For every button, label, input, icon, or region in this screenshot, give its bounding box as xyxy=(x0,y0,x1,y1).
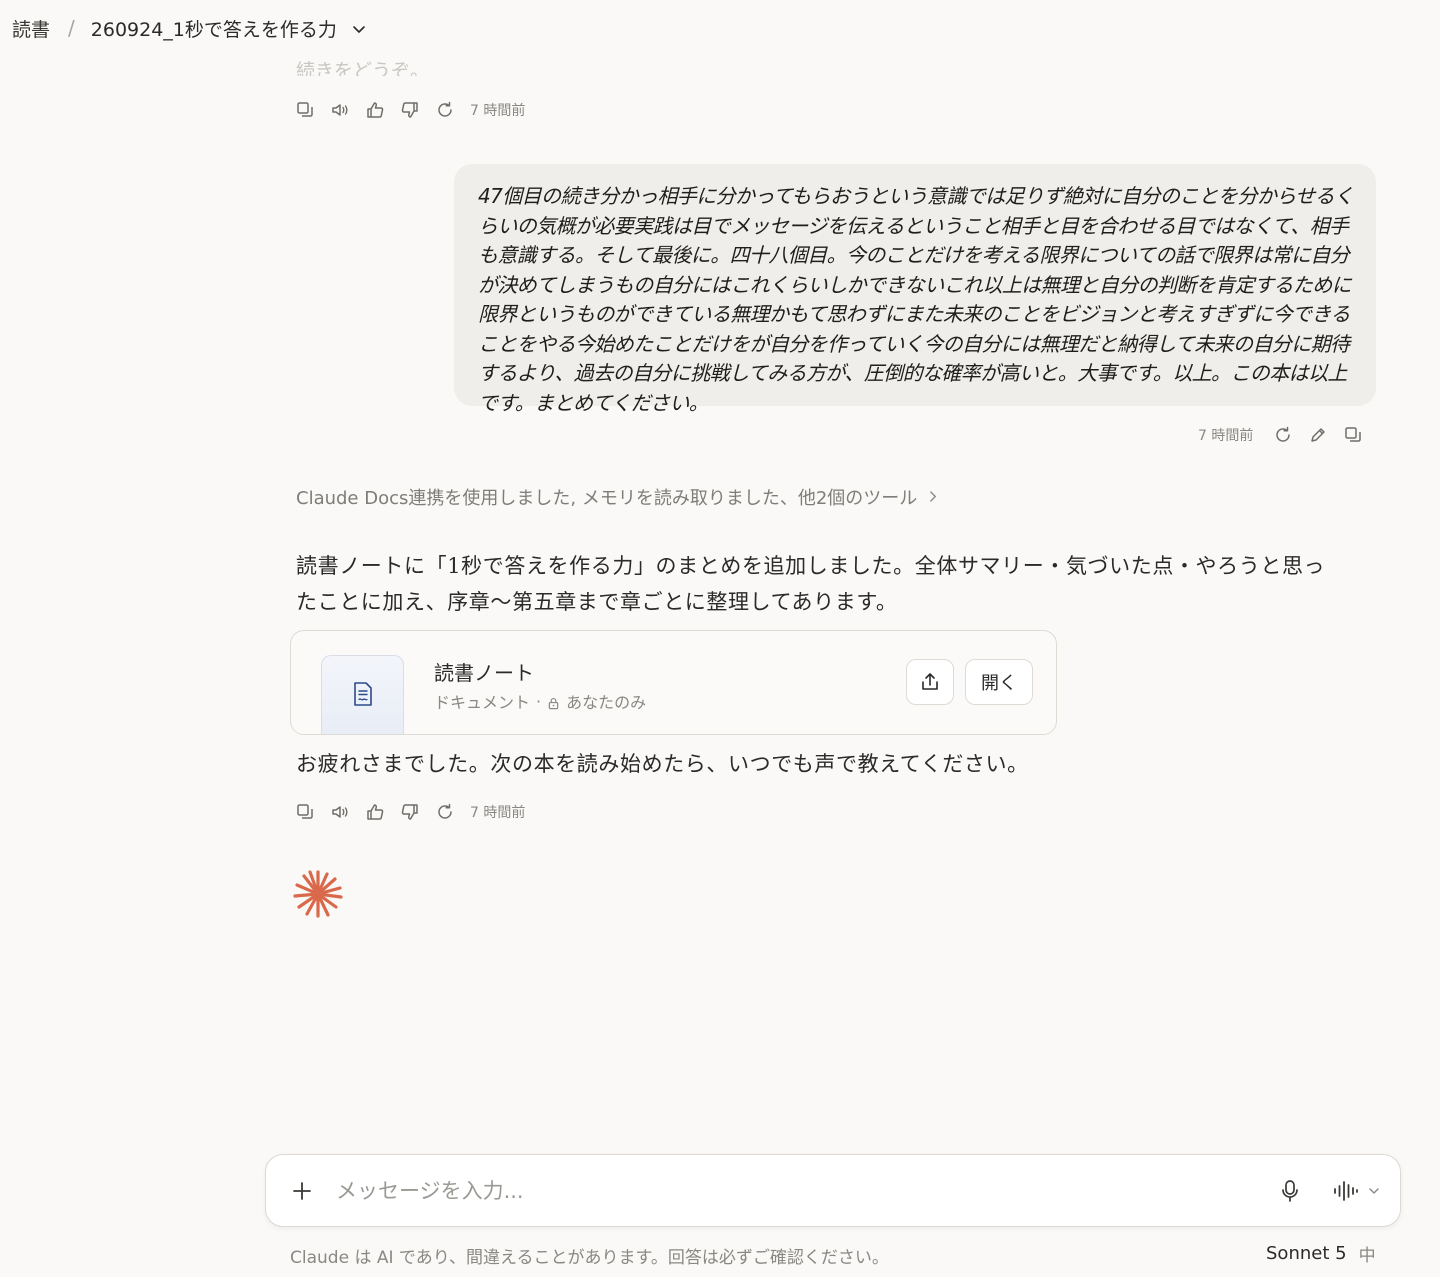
voice-mode-button[interactable] xyxy=(1326,1175,1386,1207)
thumbs-up-icon[interactable] xyxy=(357,797,392,827)
tool-usage-text: Claude Docs連携を使用しました, メモリを読み取りました、他2個のツー… xyxy=(296,488,918,509)
share-icon xyxy=(922,673,938,690)
chevron-down-icon[interactable] xyxy=(351,20,367,36)
copy-icon[interactable] xyxy=(1335,420,1370,450)
chat-page: 読書 / 260924_1秒で答えを作る力 続きをどうぞ。 7 時間前 47個目… xyxy=(0,0,1440,1277)
open-document-button[interactable]: 開く xyxy=(965,659,1033,705)
header: 読書 / 260924_1秒で答えを作る力 xyxy=(0,0,1440,56)
document-type: ドキュメント xyxy=(434,693,531,712)
assistant-actions-top: 7 時間前 xyxy=(287,95,525,125)
add-attachment-button[interactable] xyxy=(288,1175,316,1207)
previous-message-fragment: 続きをどうぞ。 xyxy=(296,60,430,76)
claude-spark-icon xyxy=(292,868,344,920)
message-composer xyxy=(265,1154,1401,1227)
breadcrumb-separator: / xyxy=(68,16,75,40)
thumbs-down-icon[interactable] xyxy=(392,797,427,827)
retry-icon[interactable] xyxy=(1265,420,1300,450)
chevron-right-icon xyxy=(929,488,938,507)
tool-usage-summary[interactable]: Claude Docs連携を使用しました, メモリを読み取りました、他2個のツー… xyxy=(296,484,938,510)
document-title: 読書ノート xyxy=(434,661,534,685)
microphone-icon xyxy=(1282,1180,1298,1202)
document-visibility: あなたのみ xyxy=(566,693,647,712)
speaker-icon[interactable] xyxy=(322,797,357,827)
plus-icon xyxy=(293,1182,311,1200)
edit-icon[interactable] xyxy=(1300,420,1335,450)
timestamp: 7 時間前 xyxy=(470,805,526,821)
chevron-down-icon xyxy=(1369,1188,1379,1194)
thumbs-up-icon[interactable] xyxy=(357,95,392,125)
retry-icon[interactable] xyxy=(427,797,462,827)
document-card[interactable]: 読書ノート ドキュメント · あなたのみ 開く xyxy=(290,630,1057,735)
meta-dot: · xyxy=(536,691,542,711)
microphone-button[interactable] xyxy=(1274,1175,1306,1207)
model-effort: 中 xyxy=(1358,1246,1376,1266)
model-selector[interactable]: Sonnet 5 中 xyxy=(1266,1241,1376,1266)
ai-disclaimer: Claude は AI であり、間違えることがあります。回答は必ずご確認ください… xyxy=(290,1248,889,1268)
user-message-actions: 7 時間前 xyxy=(1198,420,1370,450)
lock-icon xyxy=(547,695,560,709)
chat-title[interactable]: 260924_1秒で答えを作る力 xyxy=(91,15,337,42)
breadcrumb-project[interactable]: 読書 xyxy=(12,15,50,42)
waveform-icon xyxy=(1334,1181,1358,1201)
copy-icon[interactable] xyxy=(287,797,322,827)
user-message-bubble: 47個目の続き分かっ相手に分かってもらおうという意識では足りず絶対に自分のことを… xyxy=(454,164,1376,415)
assistant-message-paragraph: お疲れさまでした。次の本を読み始めたら、いつでも声で教えてください。 xyxy=(296,752,1029,776)
document-thumbnail xyxy=(321,655,404,734)
document-meta: ドキュメント · あなたのみ xyxy=(434,689,646,713)
share-button[interactable] xyxy=(906,659,954,705)
timestamp: 7 時間前 xyxy=(470,103,526,119)
document-icon xyxy=(353,682,372,706)
model-name: Sonnet 5 xyxy=(1266,1243,1347,1264)
timestamp: 7 時間前 xyxy=(1198,428,1254,444)
assistant-actions: 7 時間前 xyxy=(287,797,525,827)
speaker-icon[interactable] xyxy=(322,95,357,125)
retry-icon[interactable] xyxy=(427,95,462,125)
assistant-message-paragraph: 読書ノートに「1秒で答えを作る力」のまとめを追加しました。全体サマリー・気づいた… xyxy=(296,554,1326,614)
copy-icon[interactable] xyxy=(287,95,322,125)
message-input[interactable] xyxy=(336,1169,1236,1213)
thumbs-down-icon[interactable] xyxy=(392,95,427,125)
